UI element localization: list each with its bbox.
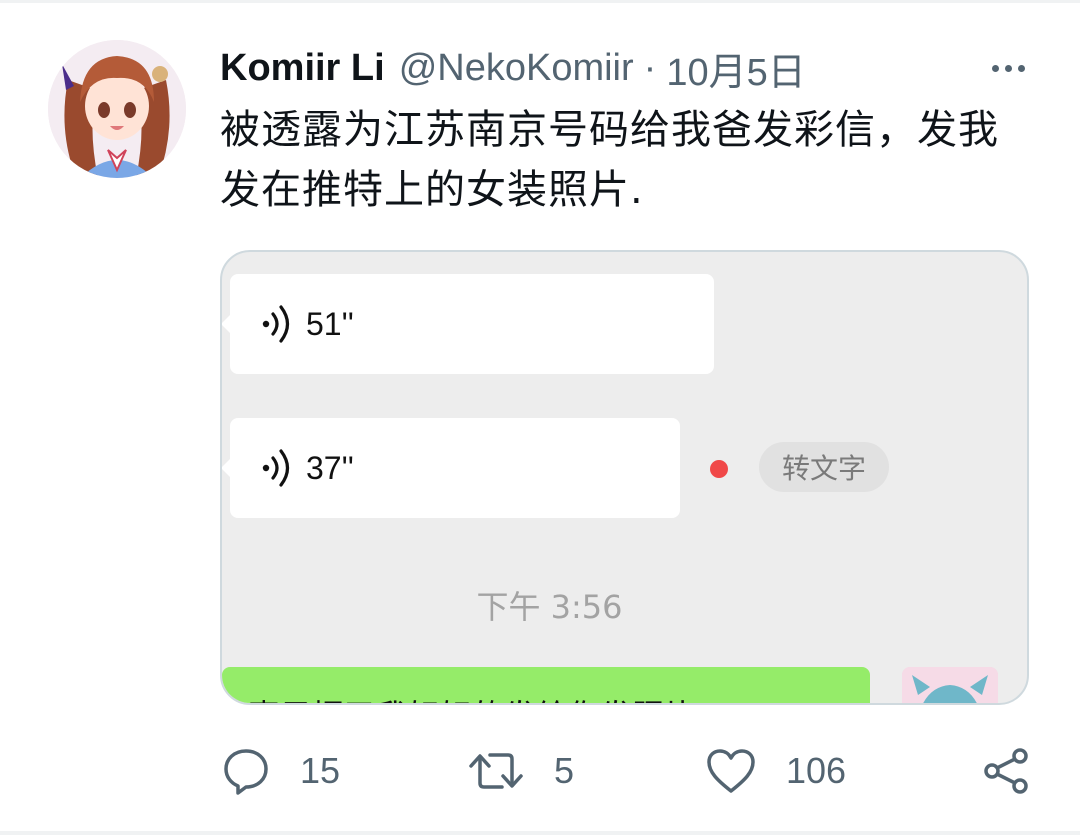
top-divider: [0, 0, 1080, 3]
tweet-text-line: 发在推特上的女装照片.: [220, 167, 644, 213]
profile-avatar[interactable]: [48, 40, 186, 178]
convert-to-text-button[interactable]: 转文字: [759, 442, 889, 492]
voice-icon: [262, 449, 290, 487]
display-name[interactable]: Komiir Li: [220, 47, 385, 90]
sent-message: 妻子据了我好好的发给你发照片: [222, 667, 870, 703]
tweet-text-line: 被透露为江苏南京号码给我爸发彩信，发我: [220, 107, 999, 153]
share-icon: [984, 748, 1028, 794]
voice-duration: 51'': [306, 305, 354, 342]
tweet-text: 被透露为江苏南京号码给我爸发彩信，发我 发在推特上的女装照片.: [220, 100, 1040, 220]
attached-image[interactable]: 51'' 37'' 转文字 下午 3:56 妻子据了我好好的发给你发照片: [220, 250, 1029, 705]
reply-button[interactable]: 15: [222, 735, 340, 807]
like-button[interactable]: 106: [706, 735, 846, 807]
tweet-header: Komiir Li @NekoKomiir · 10月5日: [220, 42, 806, 94]
sent-message-text: 妻子据了我好好的发给你发照片: [248, 691, 696, 703]
voice-duration: 37'': [306, 449, 354, 486]
retweet-button[interactable]: 5: [468, 735, 574, 807]
separator: ·: [643, 46, 657, 89]
voice-icon: [262, 305, 290, 343]
user-handle[interactable]: @NekoKomiir: [399, 47, 634, 90]
reply-icon: [224, 749, 268, 795]
chat-avatar: [902, 667, 998, 703]
like-icon: [707, 749, 755, 793]
retweet-icon: [469, 753, 523, 789]
unread-indicator: [710, 460, 728, 478]
share-button[interactable]: [982, 735, 1030, 807]
reply-count: 15: [300, 750, 341, 791]
chat-timestamp: 下午 3:56: [476, 588, 623, 626]
more-options-button[interactable]: [980, 50, 1036, 86]
voice-message[interactable]: 51'': [222, 274, 714, 374]
tweet-actions: 15 5 106: [0, 735, 1080, 807]
retweet-count: 5: [554, 750, 575, 791]
more-icon: [991, 64, 1025, 72]
bottom-divider: [0, 831, 1080, 835]
voice-message[interactable]: 37'': [222, 418, 680, 518]
like-count: 106: [786, 750, 847, 791]
tweet-date[interactable]: 10月5日: [666, 41, 805, 96]
